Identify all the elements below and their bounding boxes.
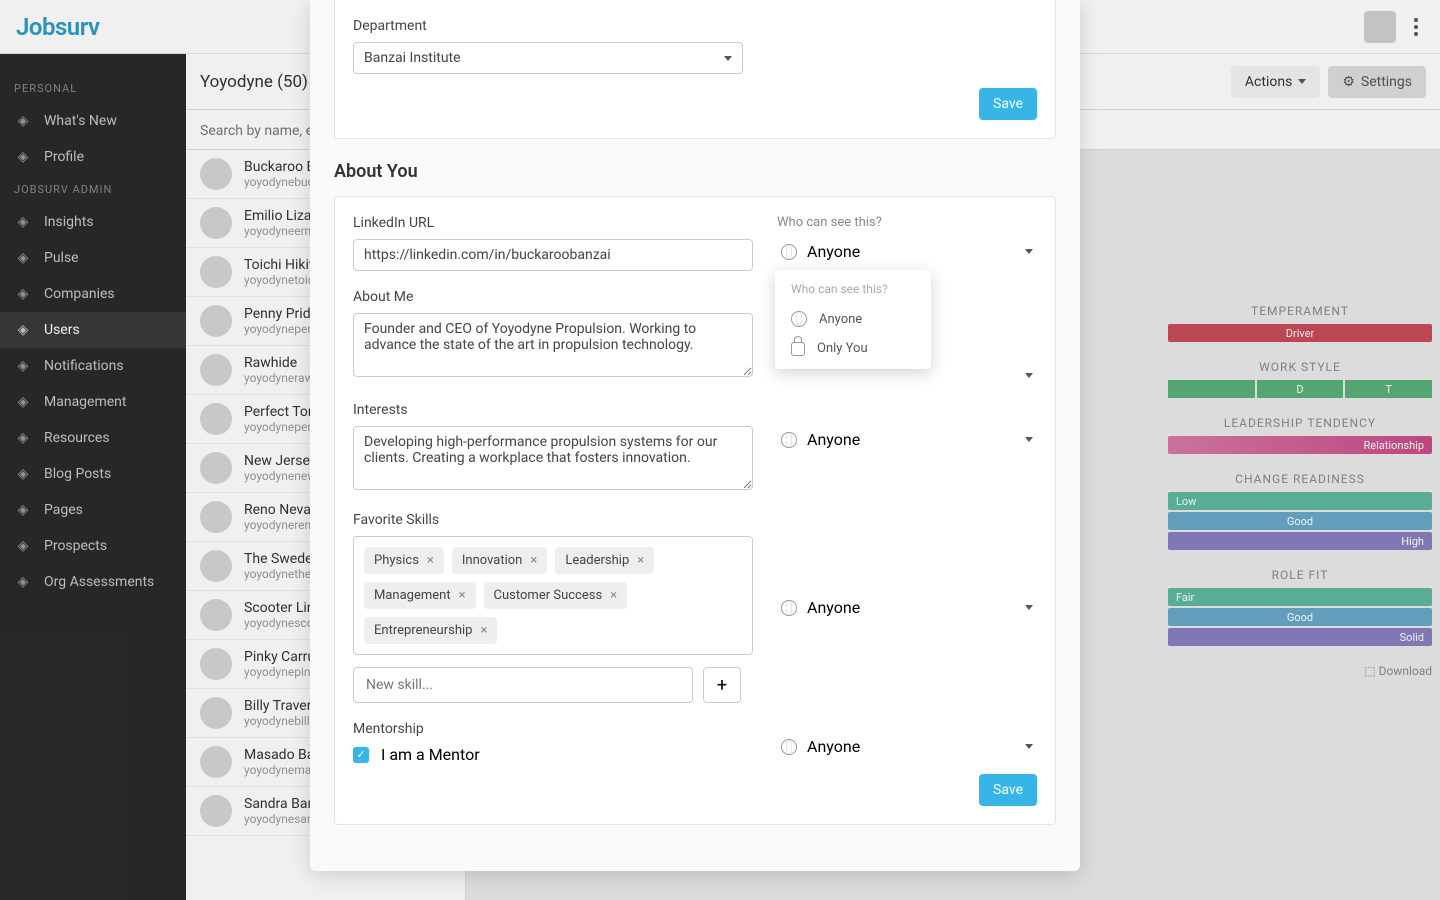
edit-profile-modal: Department Banzai Institute Save About Y… bbox=[310, 0, 1080, 871]
department-select[interactable]: Banzai Institute bbox=[353, 42, 743, 74]
remove-tag-icon[interactable]: × bbox=[459, 588, 466, 603]
skill-tag-label: Leadership bbox=[565, 553, 629, 568]
remove-tag-icon[interactable]: × bbox=[530, 553, 537, 568]
skills-tag-container: Physics×Innovation×Leadership×Management… bbox=[353, 536, 753, 655]
skill-tag-label: Entrepreneurship bbox=[374, 623, 472, 638]
globe-icon bbox=[781, 739, 797, 755]
visibility-label: Who can see this? bbox=[777, 215, 1037, 230]
linkedin-label: LinkedIn URL bbox=[353, 215, 753, 231]
visibility-select-interests[interactable]: Anyone bbox=[777, 424, 1037, 455]
remove-tag-icon[interactable]: × bbox=[610, 588, 617, 603]
lock-icon bbox=[791, 342, 805, 356]
skill-tag: Entrepreneurship × bbox=[364, 617, 497, 644]
visibility-option-only-you[interactable]: Only You bbox=[775, 334, 931, 363]
visibility-option-anyone[interactable]: Anyone bbox=[775, 304, 931, 334]
chevron-down-icon bbox=[724, 56, 732, 61]
remove-tag-icon[interactable]: × bbox=[637, 553, 644, 568]
skill-tag-label: Physics bbox=[374, 553, 419, 568]
skill-tag: Physics × bbox=[364, 547, 444, 574]
department-label: Department bbox=[353, 18, 1037, 34]
visibility-pop-title: Who can see this? bbox=[775, 282, 931, 304]
chevron-down-icon bbox=[1025, 373, 1033, 378]
about-me-textarea[interactable]: Founder and CEO of Yoyodyne Propulsion. … bbox=[353, 313, 753, 377]
skill-tag-label: Management bbox=[374, 588, 451, 603]
visibility-select-about-me[interactable] bbox=[777, 367, 1037, 384]
skill-tag-label: Innovation bbox=[462, 553, 523, 568]
skill-tag: Leadership × bbox=[555, 547, 654, 574]
mentorship-label: Mentorship bbox=[353, 721, 753, 737]
visibility-select-mentorship[interactable]: Anyone bbox=[777, 731, 1037, 762]
about-me-label: About Me bbox=[353, 289, 753, 305]
chevron-down-icon bbox=[1025, 744, 1033, 749]
chevron-down-icon bbox=[1025, 605, 1033, 610]
globe-icon bbox=[791, 311, 807, 327]
interests-textarea[interactable]: Developing high-performance propulsion s… bbox=[353, 426, 753, 490]
skill-tag-label: Customer Success bbox=[494, 588, 603, 603]
globe-icon bbox=[781, 600, 797, 616]
linkedin-input[interactable] bbox=[353, 239, 753, 271]
skill-tag: Innovation × bbox=[452, 547, 547, 574]
visibility-select-skills[interactable]: Anyone bbox=[777, 592, 1037, 623]
globe-icon bbox=[781, 244, 797, 260]
mentor-checkbox-label: I am a Mentor bbox=[381, 745, 480, 764]
visibility-dropdown-popover: Who can see this? Anyone Only You bbox=[775, 270, 931, 369]
about-you-heading: About You bbox=[334, 161, 1056, 182]
save-button[interactable]: Save bbox=[979, 774, 1037, 806]
skill-tag: Customer Success × bbox=[484, 582, 628, 609]
remove-tag-icon[interactable]: × bbox=[427, 553, 434, 568]
save-button[interactable]: Save bbox=[979, 88, 1037, 120]
visibility-select-linkedin[interactable]: Anyone Who can see this? Anyone Only bbox=[777, 236, 1037, 267]
new-skill-input[interactable] bbox=[353, 667, 693, 703]
add-skill-button[interactable]: + bbox=[703, 667, 741, 703]
globe-icon bbox=[781, 432, 797, 448]
mentor-checkbox[interactable]: ✓ bbox=[353, 747, 369, 763]
interests-label: Interests bbox=[353, 402, 753, 418]
remove-tag-icon[interactable]: × bbox=[480, 623, 487, 638]
chevron-down-icon bbox=[1025, 437, 1033, 442]
skill-tag: Management × bbox=[364, 582, 476, 609]
chevron-down-icon bbox=[1025, 249, 1033, 254]
skills-label: Favorite Skills bbox=[353, 512, 753, 528]
